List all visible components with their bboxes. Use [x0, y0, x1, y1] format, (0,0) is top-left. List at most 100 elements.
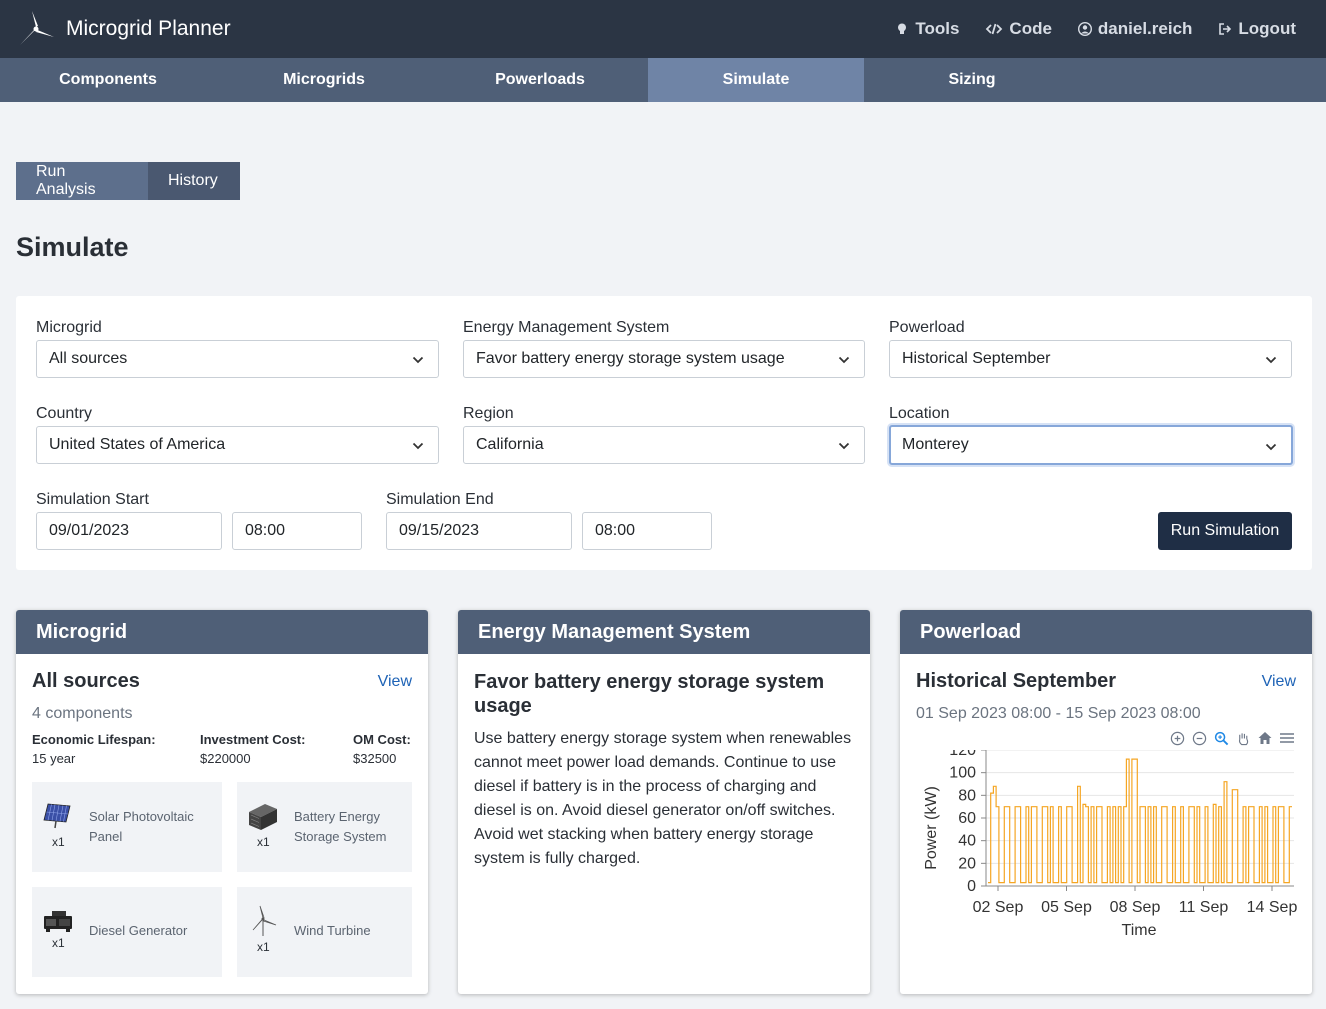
stat-value: 15 year — [32, 751, 76, 766]
component-name: Wind Turbine — [294, 923, 371, 938]
powerload-view-link[interactable]: View — [1262, 673, 1296, 691]
ems-card-header: Energy Management System — [458, 610, 870, 654]
microgrid-select-value: All sources — [49, 350, 128, 367]
zoom-out-icon[interactable] — [1190, 729, 1208, 747]
logout-link[interactable]: Logout — [1218, 19, 1296, 39]
simulation-form: Microgrid All sources Energy Management … — [16, 296, 1312, 570]
powerload-label: Powerload — [889, 319, 965, 336]
region-select-value: California — [476, 436, 544, 453]
pan-hand-icon[interactable] — [1234, 729, 1252, 747]
component-tile-diesel[interactable]: x1 Diesel Generator — [32, 887, 222, 977]
selection-zoom-icon[interactable] — [1212, 729, 1230, 747]
component-name: Diesel Generator — [89, 923, 188, 938]
region-select[interactable]: California — [463, 426, 865, 464]
tab-components[interactable]: Components — [0, 58, 216, 102]
stat-label: Investment Cost: — [200, 732, 306, 747]
power-series-line — [988, 758, 1292, 884]
ems-select[interactable]: Favor battery energy storage system usag… — [463, 340, 865, 378]
simulation-end-time-input[interactable]: 08:00 — [582, 512, 712, 550]
x-tick-label: 14 Sep — [1247, 899, 1298, 916]
powerload-chart: 0 20 40 60 80 100 120 02 Sep 05 Sep 08 Sep 11 Sep 1… — [923, 750, 1298, 939]
component-tile-solar[interactable]: x1 Solar Photovoltaic Panel — [32, 782, 222, 872]
region-label: Region — [463, 405, 514, 422]
simulation-start-time-input[interactable]: 08:00 — [232, 512, 362, 550]
brand[interactable]: Microgrid Planner — [16, 9, 231, 49]
y-tick-label: 20 — [958, 855, 976, 872]
component-name: Battery Energy Storage System — [294, 809, 387, 844]
y-tick-label: 0 — [967, 878, 976, 895]
ems-label: Energy Management System — [463, 319, 670, 336]
menu-icon[interactable] — [1278, 729, 1296, 747]
y-tick-label: 60 — [958, 810, 976, 827]
ems-name: Favor battery energy storage system usag… — [474, 671, 825, 717]
logout-label: Logout — [1238, 19, 1296, 38]
microgrid-select[interactable]: All sources — [36, 340, 439, 378]
section-tabs: Components Microgrids Powerloads Simulat… — [0, 58, 1326, 102]
powerload-card-header: Powerload — [900, 610, 1312, 654]
view-toggle: Run Analysis History — [16, 162, 240, 200]
microgrid-name: All sources — [32, 670, 140, 692]
tab-simulate[interactable]: Simulate — [648, 58, 864, 102]
component-qty: x1 — [257, 940, 270, 954]
chevron-down-icon — [838, 442, 850, 450]
wind-turbine-icon — [252, 905, 277, 936]
username: daniel.reich — [1097, 19, 1193, 38]
top-nav: Tools Code daniel.reich Logout — [895, 0, 1296, 58]
solar-panel-icon — [43, 803, 71, 829]
chart-toolbar — [1168, 729, 1296, 747]
location-select[interactable]: Monterey — [889, 425, 1293, 465]
om-cost-stat: OM Cost: $32500 — [353, 732, 411, 766]
zoom-in-icon[interactable] — [1168, 729, 1186, 747]
powerload-select[interactable]: Historical September — [889, 340, 1292, 378]
x-tick-label: 05 Sep — [1041, 899, 1092, 916]
user-circle-icon — [1077, 22, 1092, 36]
run-simulation-button[interactable]: Run Simulation — [1158, 512, 1292, 550]
y-axis-title: Power (kW) — [923, 786, 940, 870]
wind-turbine-logo-icon — [20, 11, 54, 45]
y-tick-label: 100 — [949, 765, 976, 782]
y-tick-label: 120 — [949, 750, 976, 759]
tab-powerloads[interactable]: Powerloads — [432, 58, 648, 102]
battery-icon — [249, 804, 277, 830]
simulation-start-label: Simulation Start — [36, 491, 149, 508]
location-label: Location — [889, 405, 950, 422]
microgrid-card: Microgrid All sources View 4 components … — [16, 610, 428, 994]
simulation-end-date-input[interactable]: 09/15/2023 — [386, 512, 572, 550]
investment-cost-stat: Investment Cost: $220000 — [200, 732, 305, 766]
ems-card: Energy Management System Favor battery e… — [458, 610, 870, 994]
app-title: Microgrid Planner — [66, 17, 231, 40]
microgrid-label: Microgrid — [36, 319, 102, 336]
stat-value: $220000 — [200, 751, 251, 766]
history-button[interactable]: History — [148, 162, 240, 200]
x-axis-title: Time — [1122, 922, 1157, 939]
code-icon — [986, 23, 1003, 35]
component-name: Solar Photovoltaic Panel — [89, 809, 194, 844]
component-tile-battery[interactable]: x1 Battery Energy Storage System — [237, 782, 412, 872]
run-analysis-button[interactable]: Run Analysis — [16, 162, 148, 200]
page-title: Simulate — [16, 232, 129, 262]
tab-sizing[interactable]: Sizing — [864, 58, 1080, 102]
powerload-select-value: Historical September — [902, 350, 1051, 367]
top-bar: Microgrid Planner Tools Code daniel.reic… — [0, 0, 1326, 58]
component-tile-wind[interactable]: x1 Wind Turbine — [237, 887, 412, 977]
x-tick-label: 08 Sep — [1110, 899, 1161, 916]
economic-lifespan-stat: Economic Lifespan: 15 year — [32, 732, 156, 766]
tools-link[interactable]: Tools — [895, 19, 959, 39]
component-count: 4 components — [32, 705, 133, 722]
chevron-down-icon — [412, 356, 424, 364]
simulation-start-date-input[interactable]: 09/01/2023 — [36, 512, 222, 550]
code-link[interactable]: Code — [985, 19, 1052, 39]
stat-label: OM Cost: — [353, 732, 411, 747]
powerload-date-range: 01 Sep 2023 08:00 - 15 Sep 2023 08:00 — [916, 705, 1201, 722]
user-link[interactable]: daniel.reich — [1077, 19, 1193, 39]
microgrid-view-link[interactable]: View — [378, 673, 412, 691]
component-qty: x1 — [257, 835, 270, 849]
home-icon[interactable] — [1256, 729, 1274, 747]
chevron-down-icon — [838, 356, 850, 364]
country-select[interactable]: United States of America — [36, 426, 439, 464]
tab-microgrids[interactable]: Microgrids — [216, 58, 432, 102]
y-tick-label: 40 — [958, 833, 976, 850]
tools-label: Tools — [915, 19, 960, 38]
y-tick-label: 80 — [958, 787, 976, 804]
ems-select-value: Favor battery energy storage system usag… — [476, 350, 785, 367]
